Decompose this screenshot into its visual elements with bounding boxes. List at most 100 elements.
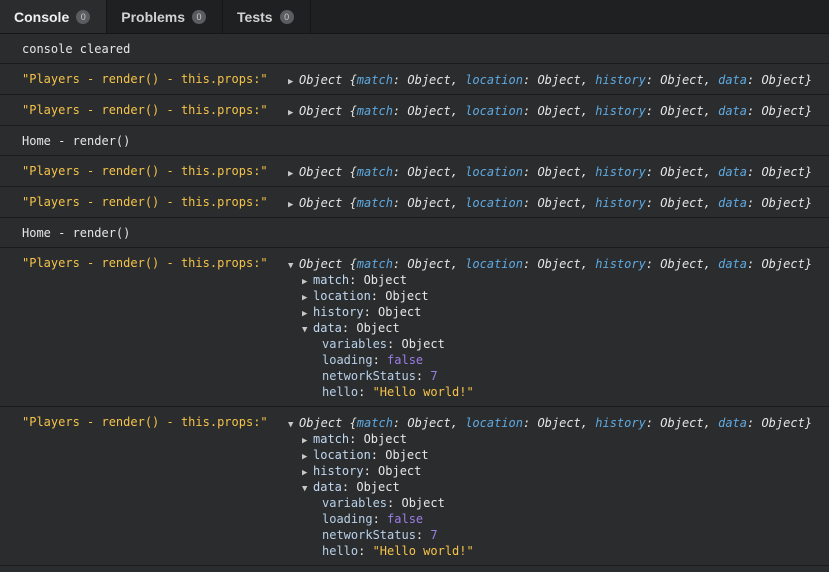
prop-key-data: data <box>313 321 342 335</box>
tab-console-label: Console <box>14 8 70 25</box>
object-colon: : <box>645 165 661 179</box>
prop-colon: : <box>341 480 357 494</box>
object-prefix: Object { <box>299 165 357 179</box>
prop-value: Object <box>356 321 400 335</box>
triangle-down-icon[interactable]: ▼ <box>288 258 299 274</box>
prop-colon: : <box>363 464 379 478</box>
prop-row-data[interactable]: ▼ data: Object <box>288 320 829 336</box>
object-colon: : <box>392 257 408 271</box>
prop-row-match[interactable]: ▶ match: Object <box>288 431 829 447</box>
object-value: Object <box>407 196 451 210</box>
object-key-match: match <box>356 257 393 271</box>
object-colon: : <box>645 196 661 210</box>
triangle-right-icon[interactable]: ▶ <box>288 197 299 213</box>
tab-console[interactable]: Console 0 <box>0 0 108 33</box>
log-object: ▼ Object {match: Object, location: Object… <box>288 248 829 406</box>
prop-row-data[interactable]: ▼ data: Object <box>288 479 829 495</box>
object-key-location: location <box>465 104 523 118</box>
object-summary[interactable]: ▶ Object {match: Object, location: Object… <box>288 103 829 119</box>
object-value: Object <box>761 196 805 210</box>
home-render-log-text: Home - render() <box>22 133 131 148</box>
triangle-right-icon[interactable]: ▶ <box>288 74 299 90</box>
prop-row-location[interactable]: ▶ location: Object <box>288 288 829 304</box>
log-object: ▶ Object {match: Object, location: Object… <box>288 64 829 94</box>
log-label: "Players - render() - this.props:" <box>22 164 268 178</box>
object-value: Object <box>761 165 805 179</box>
data-child-hello: hello: "Hello world!" <box>288 384 829 400</box>
prop-colon: : <box>358 544 373 558</box>
prop-row-history[interactable]: ▶ history: Object <box>288 463 829 479</box>
triangle-down-icon[interactable]: ▼ <box>302 481 313 497</box>
log-entry: "Players - render() - this.props:" ▼ Objec… <box>0 407 829 566</box>
object-key-history: history <box>595 165 646 179</box>
object-colon: : <box>645 73 661 87</box>
object-colon: : <box>747 104 762 118</box>
object-value: Object <box>537 165 581 179</box>
prop-row-history[interactable]: ▶ history: Object <box>288 304 829 320</box>
object-comma: , <box>703 196 719 210</box>
object-value: Object <box>537 257 581 271</box>
object-colon: : <box>522 196 538 210</box>
object-colon: : <box>747 416 762 430</box>
object-key-data: data <box>718 257 747 271</box>
prop-row-location[interactable]: ▶ location: Object <box>288 447 829 463</box>
object-value: Object <box>660 196 704 210</box>
object-colon: : <box>522 165 538 179</box>
triangle-right-icon[interactable]: ▶ <box>288 105 299 121</box>
prop-value: Object <box>385 448 429 462</box>
data-child-loading: loading: false <box>288 352 829 368</box>
log-label: "Players - render() - this.props:" <box>22 72 268 86</box>
object-summary[interactable]: ▼ Object {match: Object, location: Object… <box>288 415 829 431</box>
object-suffix: } <box>804 196 813 210</box>
object-suffix: } <box>804 416 813 430</box>
prop-value: Object <box>385 289 429 303</box>
object-value: Object <box>537 73 581 87</box>
data-child-networkStatus: networkStatus: 7 <box>288 527 829 543</box>
data-child-key: loading <box>322 353 373 367</box>
tab-console-count-badge: 0 <box>76 9 91 24</box>
object-key-data: data <box>718 73 747 87</box>
tab-bar-spacer <box>310 0 829 33</box>
triangle-down-icon[interactable]: ▼ <box>302 322 313 338</box>
prop-key-location: location <box>313 289 371 303</box>
object-comma: , <box>703 416 719 430</box>
object-comma: , <box>450 196 466 210</box>
tab-tests-label: Tests <box>237 8 273 25</box>
data-child-value: "Hello world!" <box>372 544 474 558</box>
triangle-right-icon[interactable]: ▶ <box>288 166 299 182</box>
object-comma: , <box>450 104 466 118</box>
data-child-key: variables <box>322 337 388 351</box>
object-prefix: Object { <box>299 73 357 87</box>
object-colon: : <box>645 416 661 430</box>
home-render-log-text: Home - render() <box>22 225 131 240</box>
prop-colon: : <box>387 337 402 351</box>
object-colon: : <box>522 73 538 87</box>
triangle-down-icon[interactable]: ▼ <box>288 417 299 433</box>
prop-key-history: history <box>313 305 364 319</box>
log-label: "Players - render() - this.props:" <box>22 195 268 209</box>
log-object: ▶ Object {match: Object, location: Object… <box>288 156 829 186</box>
tab-tests[interactable]: Tests 0 <box>223 0 311 33</box>
object-comma: , <box>450 257 466 271</box>
prop-colon: : <box>349 273 364 287</box>
object-summary[interactable]: ▶ Object {match: Object, location: Object… <box>288 164 829 180</box>
object-value: Object <box>660 257 704 271</box>
object-colon: : <box>392 104 408 118</box>
data-child-value: false <box>387 512 424 526</box>
tab-problems[interactable]: Problems 0 <box>107 0 224 33</box>
object-summary[interactable]: ▶ Object {match: Object, location: Object… <box>288 195 829 211</box>
data-child-key: networkStatus <box>322 369 416 383</box>
prop-row-match[interactable]: ▶ match: Object <box>288 272 829 288</box>
prop-value: Object <box>378 305 422 319</box>
object-value: Object <box>761 104 805 118</box>
object-value: Object <box>660 416 704 430</box>
object-summary[interactable]: ▼ Object {match: Object, location: Object… <box>288 256 829 272</box>
object-key-location: location <box>465 196 523 210</box>
object-key-data: data <box>718 416 747 430</box>
object-summary[interactable]: ▶ Object {match: Object, location: Object… <box>288 72 829 88</box>
data-child-key: networkStatus <box>322 528 416 542</box>
object-comma: , <box>703 73 719 87</box>
prop-colon: : <box>387 496 402 510</box>
data-child-hello: hello: "Hello world!" <box>288 543 829 559</box>
tab-bar: Console 0 Problems 0 Tests 0 <box>0 0 829 34</box>
